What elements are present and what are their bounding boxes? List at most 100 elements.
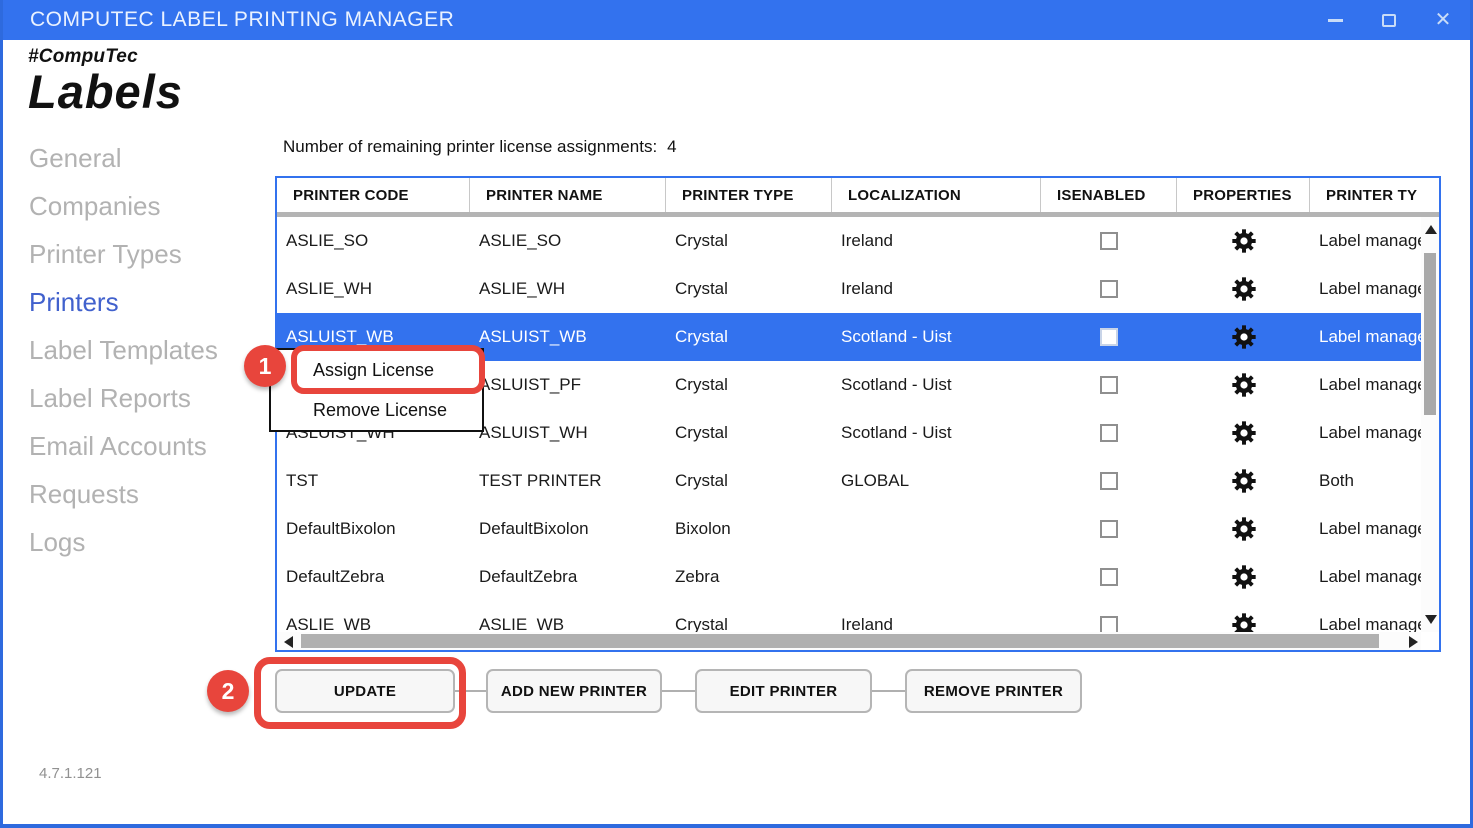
table-row[interactable]: ASLIE_SO ASLIE_SO Crystal Ireland Label … — [277, 217, 1439, 265]
scroll-left-icon[interactable] — [284, 636, 293, 648]
cell-printer-type: Crystal — [666, 457, 832, 505]
table-row[interactable]: TST TEST PRINTER Crystal GLOBAL Both — [277, 457, 1439, 505]
sidebar-item-label-reports[interactable]: Label Reports — [29, 374, 218, 422]
gear-icon[interactable] — [1230, 323, 1258, 351]
vertical-scrollbar[interactable] — [1421, 217, 1439, 632]
cell-printer-ty: Both — [1310, 457, 1421, 505]
scroll-up-icon[interactable] — [1425, 225, 1437, 234]
cell-printer-type: Crystal — [666, 409, 832, 457]
cell-printer-name: ASLUIST_WH — [470, 409, 666, 457]
gear-icon[interactable] — [1230, 419, 1258, 447]
cell-properties — [1177, 265, 1310, 313]
annotation-highlight-update — [254, 657, 466, 729]
sidebar-item-requests[interactable]: Requests — [29, 470, 218, 518]
table-row[interactable]: ASLIE_WH ASLIE_WH Crystal Ireland Label … — [277, 265, 1439, 313]
isenabled-checkbox[interactable] — [1100, 568, 1118, 586]
horizontal-scroll-thumb[interactable] — [301, 634, 1379, 648]
minimize-button[interactable] — [1320, 5, 1350, 35]
gear-icon[interactable] — [1230, 515, 1258, 543]
column-header-isenabled[interactable]: ISENABLED — [1041, 178, 1177, 212]
add-new-printer-button[interactable]: ADD NEW PRINTER — [486, 669, 662, 713]
cell-localization: Ireland — [832, 217, 1041, 265]
app-window: COMPUTEC LABEL PRINTING MANAGER ✕ #Compu… — [0, 0, 1473, 828]
license-remaining-count: 4 — [667, 137, 676, 156]
cell-printer-code: DefaultBixolon — [277, 505, 470, 553]
table-header-row: PRINTER CODE PRINTER NAME PRINTER TYPE L… — [277, 178, 1439, 212]
maximize-button[interactable] — [1374, 5, 1404, 35]
cell-printer-type: Crystal — [666, 361, 832, 409]
scroll-down-icon[interactable] — [1425, 615, 1437, 624]
gear-icon[interactable] — [1230, 611, 1258, 632]
cell-isenabled — [1041, 217, 1177, 265]
cell-printer-code: DefaultZebra — [277, 553, 470, 601]
gear-icon[interactable] — [1230, 467, 1258, 495]
column-header-printer-type[interactable]: PRINTER TYPE — [666, 178, 832, 212]
isenabled-checkbox[interactable] — [1100, 424, 1118, 442]
annotation-highlight-assign-license — [291, 345, 485, 394]
cell-printer-type: Crystal — [666, 601, 832, 632]
table-row[interactable]: DefaultBixolon DefaultBixolon Bixolon La… — [277, 505, 1439, 553]
cell-localization: Scotland - Uist — [832, 361, 1041, 409]
sidebar-item-logs[interactable]: Logs — [29, 518, 218, 566]
license-info-label: Number of remaining printer license assi… — [283, 137, 657, 156]
cell-isenabled — [1041, 505, 1177, 553]
annotation-step-2-badge: 2 — [207, 670, 249, 712]
sidebar-item-printer-types[interactable]: Printer Types — [29, 230, 218, 278]
sidebar-item-general[interactable]: General — [29, 134, 218, 182]
cell-localization: Scotland - Uist — [832, 313, 1041, 361]
cell-printer-ty: Label manage — [1310, 217, 1421, 265]
title-bar: COMPUTEC LABEL PRINTING MANAGER ✕ — [3, 0, 1470, 40]
column-header-printer-ty[interactable]: PRINTER TY — [1310, 178, 1439, 212]
isenabled-checkbox[interactable] — [1100, 616, 1118, 632]
gear-icon[interactable] — [1230, 563, 1258, 591]
cell-isenabled — [1041, 265, 1177, 313]
isenabled-checkbox[interactable] — [1100, 520, 1118, 538]
remove-printer-button[interactable]: REMOVE PRINTER — [905, 669, 1082, 713]
cell-localization: Ireland — [832, 265, 1041, 313]
isenabled-checkbox[interactable] — [1100, 232, 1118, 250]
cell-printer-name: ASLIE_WH — [470, 265, 666, 313]
close-icon: ✕ — [1435, 10, 1452, 30]
cell-localization: GLOBAL — [832, 457, 1041, 505]
cell-isenabled — [1041, 313, 1177, 361]
cell-isenabled — [1041, 409, 1177, 457]
isenabled-checkbox[interactable] — [1100, 376, 1118, 394]
cell-properties — [1177, 553, 1310, 601]
cell-printer-name: TEST PRINTER — [470, 457, 666, 505]
isenabled-checkbox[interactable] — [1100, 472, 1118, 490]
sidebar-nav: General Companies Printer Types Printers… — [29, 134, 218, 566]
app-logo: #CompuTec Labels — [28, 46, 183, 116]
menu-item-remove-license[interactable]: Remove License — [271, 390, 482, 430]
window-controls: ✕ — [1320, 0, 1458, 40]
cell-printer-code: TST — [277, 457, 470, 505]
cell-printer-type: Bixolon — [666, 505, 832, 553]
isenabled-checkbox[interactable] — [1100, 328, 1118, 346]
column-header-properties[interactable]: PROPERTIES — [1177, 178, 1310, 212]
isenabled-checkbox[interactable] — [1100, 280, 1118, 298]
cell-printer-name: ASLIE_SO — [470, 217, 666, 265]
vertical-scroll-thumb[interactable] — [1424, 253, 1436, 415]
close-button[interactable]: ✕ — [1428, 5, 1458, 35]
table-row[interactable]: DefaultZebra DefaultZebra Zebra Label ma… — [277, 553, 1439, 601]
cell-localization — [832, 505, 1041, 553]
cell-properties — [1177, 457, 1310, 505]
gear-icon[interactable] — [1230, 227, 1258, 255]
column-header-printer-name[interactable]: PRINTER NAME — [470, 178, 666, 212]
column-header-localization[interactable]: LOCALIZATION — [832, 178, 1041, 212]
sidebar-item-label-templates[interactable]: Label Templates — [29, 326, 218, 374]
horizontal-scrollbar[interactable] — [277, 632, 1421, 650]
edit-printer-button[interactable]: EDIT PRINTER — [695, 669, 872, 713]
sidebar-item-companies[interactable]: Companies — [29, 182, 218, 230]
cell-printer-ty: Label manage — [1310, 505, 1421, 553]
cell-printer-code: ASLIE_WB — [277, 601, 470, 632]
gear-icon[interactable] — [1230, 371, 1258, 399]
table-row[interactable]: ASLIE_WB ASLIE_WB Crystal Ireland Label … — [277, 601, 1439, 632]
scroll-right-icon[interactable] — [1409, 636, 1418, 648]
cell-printer-type: Crystal — [666, 313, 832, 361]
cell-printer-type: Crystal — [666, 217, 832, 265]
gear-icon[interactable] — [1230, 275, 1258, 303]
column-header-printer-code[interactable]: PRINTER CODE — [277, 178, 470, 212]
sidebar-item-printers[interactable]: Printers — [29, 278, 218, 326]
cell-properties — [1177, 601, 1310, 632]
sidebar-item-email-accounts[interactable]: Email Accounts — [29, 422, 218, 470]
